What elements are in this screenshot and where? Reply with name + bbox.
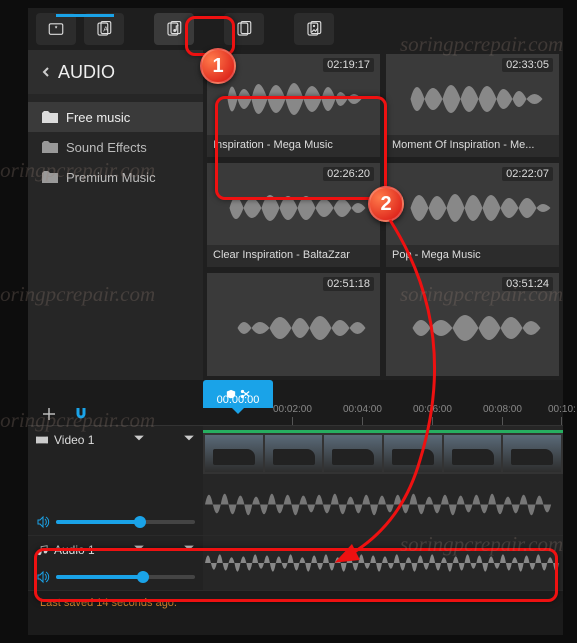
folder-icon — [42, 111, 58, 123]
tick: 00:06:00 — [413, 404, 452, 425]
clip-duration: 02:26:20 — [323, 167, 374, 181]
chevron-left-icon — [40, 66, 52, 78]
track-waveform — [205, 542, 559, 584]
tab-image[interactable] — [294, 13, 334, 45]
video-thumb — [384, 435, 442, 472]
video-thumb — [503, 435, 561, 472]
video-thumb — [265, 435, 323, 472]
track-name: Video 1 — [54, 433, 94, 447]
track-waveform — [205, 480, 559, 529]
clip-duration: 02:51:18 — [323, 277, 374, 291]
speaker-icon — [36, 570, 50, 584]
audio-clip[interactable]: 02:51:18 — [207, 273, 380, 376]
tab-accent — [56, 14, 114, 17]
category-sound-effects[interactable]: Sound Effects — [28, 132, 203, 162]
add-track-button[interactable] — [38, 403, 60, 425]
sidebar-back[interactable]: AUDIO — [28, 50, 203, 94]
clip-grid[interactable]: 02:19:17 Inspiration - Mega Music 02:33:… — [203, 50, 563, 380]
track-body[interactable] — [203, 426, 563, 535]
category-list: Free music Sound Effects Premium Music — [28, 94, 203, 200]
tick: 00:04:00 — [343, 404, 382, 425]
audio-clip[interactable]: 02:33:05 Moment Of Inspiration - Me... — [386, 54, 559, 157]
tick: 00:10: — [548, 404, 576, 425]
clip-label: Pop - Mega Music — [386, 245, 559, 267]
track-name: Audio 1 — [54, 543, 95, 557]
video-track: Video 1 — [28, 426, 563, 536]
video-clip[interactable] — [203, 430, 563, 474]
tab-favorites[interactable] — [36, 13, 76, 45]
video-thumb — [444, 435, 502, 472]
track-menu[interactable] — [183, 432, 195, 447]
track-body[interactable] — [203, 536, 563, 590]
folder-icon — [42, 171, 58, 183]
clip-label: Clear Inspiration - BaltaZzar — [207, 245, 380, 267]
folder-icon — [42, 141, 58, 153]
clip-duration: 02:33:05 — [502, 58, 553, 72]
video-icon — [36, 434, 48, 446]
tick: 00:08:00 — [483, 404, 522, 425]
speaker-icon — [36, 515, 50, 529]
track-menu[interactable] — [183, 542, 195, 557]
volume-row — [36, 515, 195, 529]
tab-text[interactable]: A — [84, 13, 124, 45]
clip-duration: 03:51:24 — [502, 277, 553, 291]
tab-media[interactable] — [224, 13, 264, 45]
category-label: Premium Music — [66, 170, 156, 185]
clip-duration: 02:19:17 — [323, 58, 374, 72]
main-panel: AUDIO Free music Sound Effects Premium M… — [28, 50, 563, 380]
status-text: Last saved 14 seconds ago. — [40, 597, 177, 609]
category-premium-music[interactable]: Premium Music — [28, 162, 203, 192]
clip-label: Inspiration - Mega Music — [207, 135, 380, 157]
timeline-tools — [28, 403, 203, 425]
sidebar: AUDIO Free music Sound Effects Premium M… — [28, 50, 203, 380]
audio-clip[interactable]: 02:22:07 Pop - Mega Music — [386, 163, 559, 266]
clip-label: Moment Of Inspiration - Me... — [386, 135, 559, 157]
track-collapse[interactable] — [133, 432, 145, 447]
volume-row — [36, 570, 195, 584]
status-bar: Last saved 14 seconds ago. — [28, 591, 563, 615]
track-header: Audio 1 — [28, 536, 203, 590]
category-label: Sound Effects — [66, 140, 147, 155]
tick: 00:02:00 — [273, 404, 312, 425]
audio-clip[interactable]: 02:26:20 Clear Inspiration - BaltaZzar — [207, 163, 380, 266]
video-thumb — [205, 435, 263, 472]
ruler[interactable]: 00:02:00 00:04:00 00:06:00 00:08:00 00:1… — [203, 401, 563, 425]
audio-track: Audio 1 — [28, 536, 563, 591]
track-collapse[interactable] — [133, 542, 145, 557]
sidebar-title: AUDIO — [58, 62, 115, 83]
music-icon — [36, 544, 48, 556]
clip-duration: 02:22:07 — [502, 167, 553, 181]
volume-slider[interactable] — [56, 575, 195, 579]
category-label: Free music — [66, 110, 130, 125]
ruler-row: 00:00:00 00:02:00 00:04:00 00:06:00 00:0… — [28, 380, 563, 426]
timeline: 00:00:00 00:02:00 00:04:00 00:06:00 00:0… — [28, 380, 563, 635]
audio-clip[interactable]: 03:51:24 — [386, 273, 559, 376]
app-frame: A AUDIO Free music Sound Effects — [28, 8, 563, 635]
tab-audio[interactable] — [154, 13, 194, 45]
volume-slider[interactable] — [56, 520, 195, 524]
track-header: Video 1 — [28, 426, 203, 535]
category-free-music[interactable]: Free music — [28, 102, 203, 132]
audio-clip[interactable]: 02:19:17 Inspiration - Mega Music — [207, 54, 380, 157]
svg-text:A: A — [103, 24, 108, 33]
snap-button[interactable] — [70, 403, 92, 425]
video-thumb — [324, 435, 382, 472]
